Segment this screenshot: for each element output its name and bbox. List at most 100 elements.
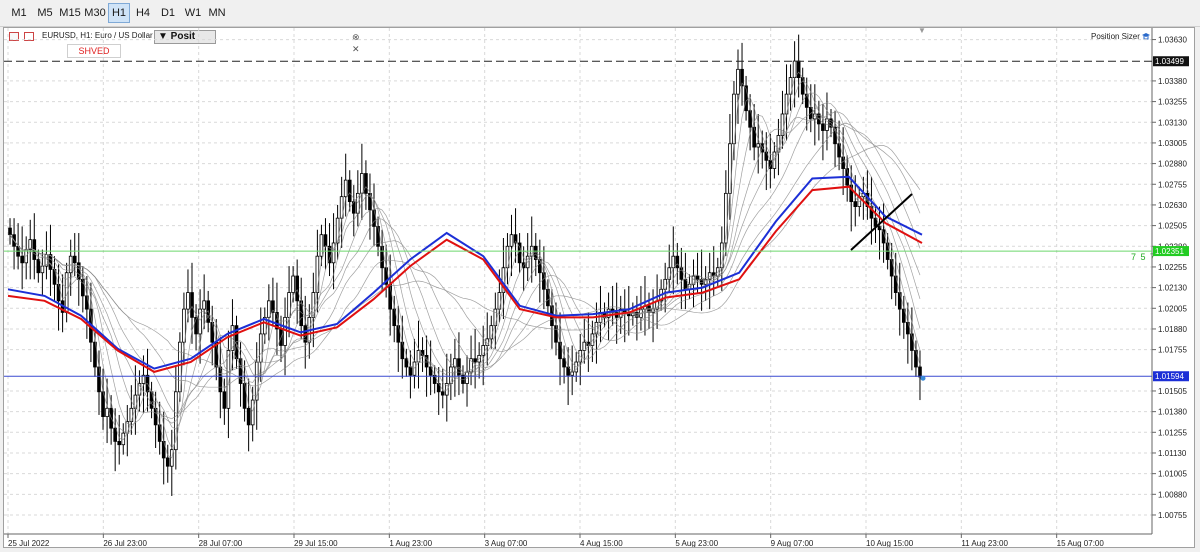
candle-body — [246, 407, 251, 426]
candle-body — [404, 358, 409, 368]
ma-ribbon-line — [9, 123, 921, 388]
y-tick-label: 1.02130 — [1158, 284, 1187, 293]
candle-body — [562, 358, 566, 368]
x-tick-label: 3 Aug 07:00 — [485, 539, 528, 547]
candle-body — [497, 292, 502, 310]
y-tick-label: 1.03255 — [1158, 98, 1187, 107]
candle-body — [56, 283, 61, 302]
y-tick-label: 1.01380 — [1158, 408, 1187, 417]
timeframe-w1[interactable]: W1 — [181, 3, 205, 23]
candle-body — [546, 288, 550, 307]
blue-moving-average — [7, 175, 923, 370]
candle-body — [52, 269, 57, 285]
x-tick-label: 10 Aug 15:00 — [866, 539, 914, 547]
candle-body — [36, 259, 41, 274]
y-tick-label: 1.03005 — [1158, 139, 1187, 148]
current-price-marker — [920, 375, 926, 381]
candle-body — [667, 267, 672, 280]
timeframe-m30[interactable]: M30 — [81, 3, 109, 23]
x-tick-label: 5 Aug 23:00 — [675, 539, 718, 547]
candle-body — [129, 407, 134, 422]
candle-body — [319, 234, 324, 257]
candle-body — [582, 341, 587, 351]
candle-body — [343, 179, 348, 198]
timeframe-h4[interactable]: H4 — [131, 3, 155, 23]
timeframe-h1[interactable]: H1 — [108, 3, 130, 23]
timeframe-toolbar: M1 M5 M15 M30 H1 H4 D1 W1 MN — [0, 0, 1200, 27]
ma-ribbon-line — [9, 102, 921, 420]
candle-body — [590, 333, 595, 346]
y-tick-label: 1.01130 — [1158, 449, 1187, 458]
candle-body — [347, 179, 352, 203]
red-moving-average — [7, 185, 923, 373]
x-tick-label: 28 Jul 07:00 — [199, 539, 243, 547]
timeframe-m5[interactable]: M5 — [31, 3, 59, 23]
green-level-price-label: 1.02351 — [1155, 247, 1184, 256]
candle-body — [113, 427, 117, 442]
candle-body — [72, 255, 77, 264]
candle-body — [364, 173, 368, 194]
candle-body — [372, 209, 376, 227]
candle-body — [408, 366, 413, 376]
x-tick-label: 29 Jul 15:00 — [294, 539, 338, 547]
candle-body — [695, 275, 700, 280]
candle-body — [121, 432, 126, 446]
candle-body — [473, 358, 477, 363]
candle-body — [85, 295, 89, 310]
y-tick-label: 1.00880 — [1158, 490, 1187, 499]
candle-body — [570, 371, 574, 376]
y-tick-label: 1.02880 — [1158, 160, 1187, 169]
candle-body — [117, 440, 122, 446]
y-tick-label: 1.00755 — [1158, 511, 1187, 520]
timeframe-d1[interactable]: D1 — [156, 3, 180, 23]
candle-body — [186, 292, 190, 310]
candle-body — [283, 316, 287, 346]
y-tick-label: 1.02005 — [1158, 304, 1187, 313]
y-tick-label: 1.01005 — [1158, 470, 1187, 479]
candle-body — [250, 399, 255, 426]
candle-body — [20, 255, 24, 264]
candle-body — [792, 60, 797, 79]
candle-body — [331, 242, 336, 264]
candle-body — [190, 292, 194, 318]
candle-body — [165, 457, 170, 467]
ma-ribbon-line — [9, 71, 921, 459]
candle-body — [210, 321, 215, 343]
current-price-price-label: 1.01594 — [1155, 372, 1184, 381]
x-tick-label: 9 Aug 07:00 — [771, 539, 814, 547]
x-tick-label: 15 Aug 07:00 — [1057, 539, 1105, 547]
candle-body — [736, 68, 740, 95]
y-tick-label: 1.03130 — [1158, 118, 1187, 127]
candle-body — [796, 60, 801, 79]
x-tick-label: 1 Aug 23:00 — [389, 539, 432, 547]
x-tick-label: 11 Aug 23:00 — [961, 539, 1008, 547]
candle-body — [380, 245, 384, 269]
resistance-dashed-price-label: 1.03499 — [1155, 57, 1184, 66]
candle-body — [8, 227, 12, 236]
candle-body — [295, 275, 299, 302]
candle-body — [542, 272, 546, 290]
candle-body — [509, 234, 514, 247]
y-tick-label: 1.02255 — [1158, 263, 1187, 272]
candle-body — [412, 361, 417, 376]
chart-window[interactable]: EURUSD, H1: Euro / US Dollar SHVED ▼ Pos… — [3, 26, 1195, 548]
candle-body — [222, 391, 227, 409]
candle-body — [728, 143, 732, 194]
y-tick-label: 1.02505 — [1158, 222, 1187, 231]
candle-body — [683, 278, 688, 290]
candle-body — [675, 255, 680, 269]
y-tick-label: 1.03380 — [1158, 77, 1187, 86]
candle-body — [416, 350, 421, 363]
price-chart[interactable]: 1.03630 1.03380 1.03255 1.03130 1.03005 1.028… — [4, 28, 1194, 547]
timeframe-m15[interactable]: M15 — [56, 3, 84, 23]
y-tick-label: 1.03630 — [1158, 36, 1187, 45]
candle-body — [323, 234, 328, 247]
candle-body — [360, 173, 364, 194]
y-tick-label: 1.01880 — [1158, 325, 1187, 334]
timeframe-m1[interactable]: M1 — [5, 3, 33, 23]
candle-body — [153, 407, 158, 426]
timeframe-mn[interactable]: MN — [205, 3, 229, 23]
candle-body — [853, 201, 858, 207]
y-tick-label: 1.01505 — [1158, 387, 1187, 396]
candle-body — [671, 255, 676, 269]
